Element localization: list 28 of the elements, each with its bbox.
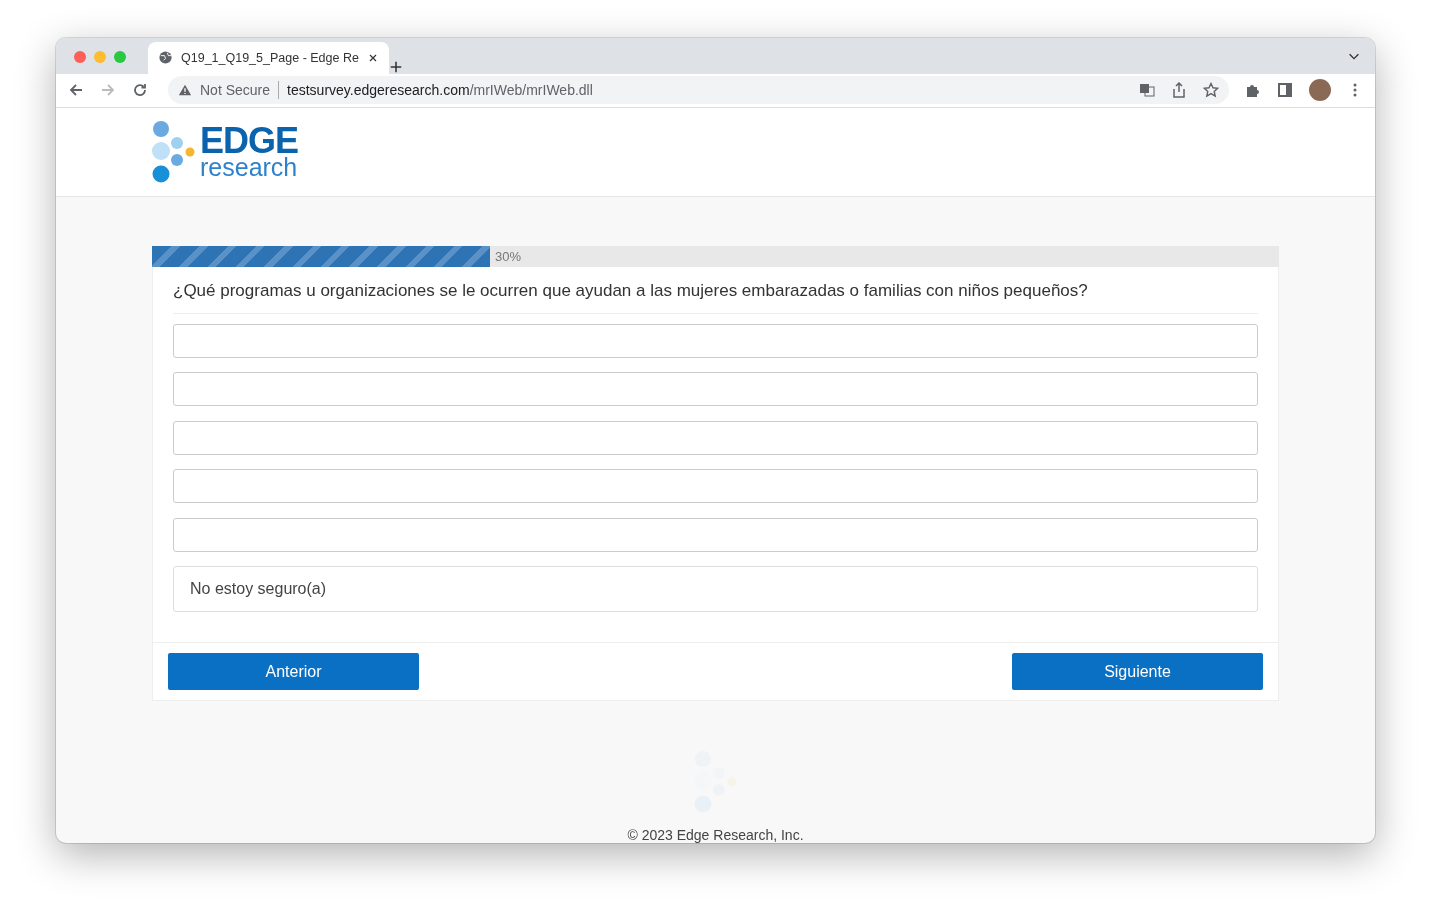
- answer-field[interactable]: [173, 372, 1258, 406]
- answer-field[interactable]: [173, 323, 1258, 358]
- globe-icon[interactable]: [158, 50, 173, 66]
- logo-subtitle: research: [200, 156, 299, 178]
- next-button[interactable]: Siguiente: [1012, 653, 1263, 690]
- address-bar[interactable]: Not Secure testsurvey.edgeresearch.com/mrIWeb/mrIWeb.dll: [168, 76, 1229, 105]
- warning-icon[interactable]: [178, 83, 192, 98]
- question-text: ¿Qué programas u organizaciones se le ocurren que ayudan a las mujeres embarazadas o familias con niños pequeños?: [173, 280, 1258, 314]
- translate-icon[interactable]: [1139, 82, 1155, 99]
- profile-avatar[interactable]: [1309, 79, 1331, 102]
- reload-icon[interactable]: [132, 82, 148, 99]
- answer-field[interactable]: [173, 517, 1258, 552]
- new-tab-icon[interactable]: [388, 59, 403, 74]
- previous-button[interactable]: Anterior: [168, 653, 419, 690]
- answer-field[interactable]: [173, 469, 1258, 503]
- puzzle-icon[interactable]: [1245, 82, 1261, 99]
- url-text: testsurvey.edgeresearch.com/mrIWeb/mrIWeb.dll: [287, 82, 593, 99]
- logo-icon: [152, 120, 196, 183]
- browser-tab[interactable]: Q19_1_Q19_5_Page - Edge Re: [148, 41, 389, 74]
- security-label: Not Secure: [200, 82, 271, 99]
- share-icon[interactable]: [1171, 82, 1187, 99]
- star-icon[interactable]: [1203, 82, 1219, 99]
- answer-field[interactable]: [173, 420, 1258, 455]
- progress-reading: 30%: [495, 248, 522, 264]
- side-panel-icon[interactable]: [1277, 82, 1293, 99]
- logo-wordmark: EDGE: [200, 126, 299, 157]
- not-sure-option[interactable]: No estoy seguro(a): [173, 566, 1258, 612]
- copyright-text: © 2023 Edge Research, Inc.: [626, 827, 805, 843]
